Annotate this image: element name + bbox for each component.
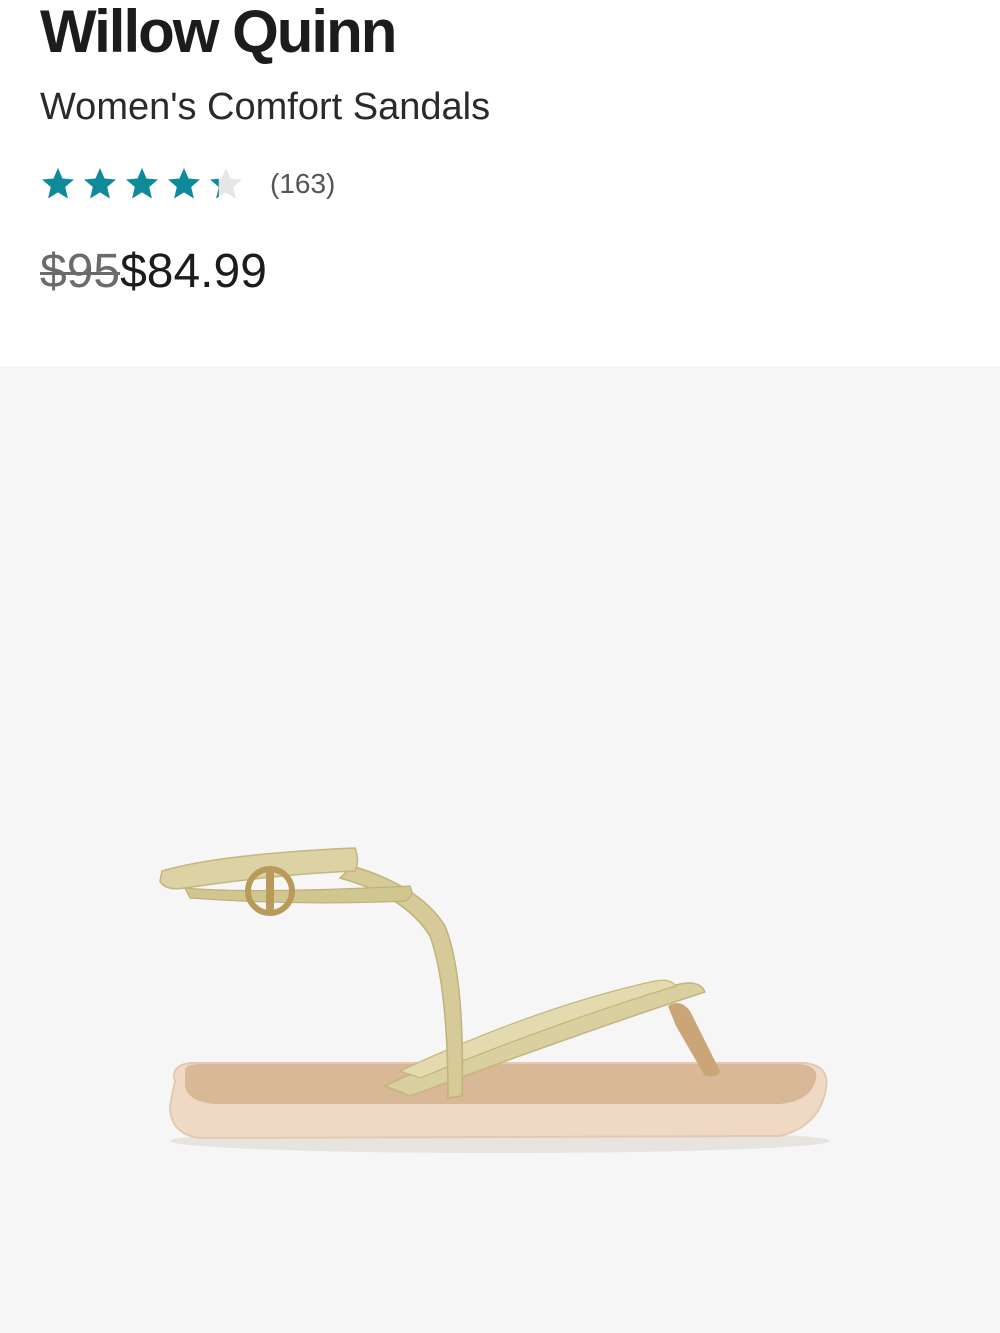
sale-price: $84.99 [120,245,267,298]
sandal-footbed [185,1064,817,1104]
star-icon [42,168,74,199]
original-price: $95 [40,245,121,298]
product-image[interactable] [0,366,1000,1333]
star-icon [168,168,200,199]
star-icon [210,168,242,199]
brand-name[interactable]: Willow Quinn [40,0,397,64]
product-header: Willow Quinn Women's Comfort Sandals (16… [0,0,1000,366]
star-icon [84,168,116,199]
buckle-pin [266,871,274,911]
star-rating[interactable] [40,166,250,202]
star-icon [126,168,158,199]
ankle-wrap-strap-lower [183,885,413,904]
sandal-product-photo [159,847,830,1153]
product-title: Women's Comfort Sandals [40,86,491,128]
ankle-wrap-strap [159,847,359,890]
price-row: $95 $84.99 [40,244,267,299]
review-count[interactable]: (163) [270,168,335,200]
rating-row[interactable]: (163) [40,162,335,206]
